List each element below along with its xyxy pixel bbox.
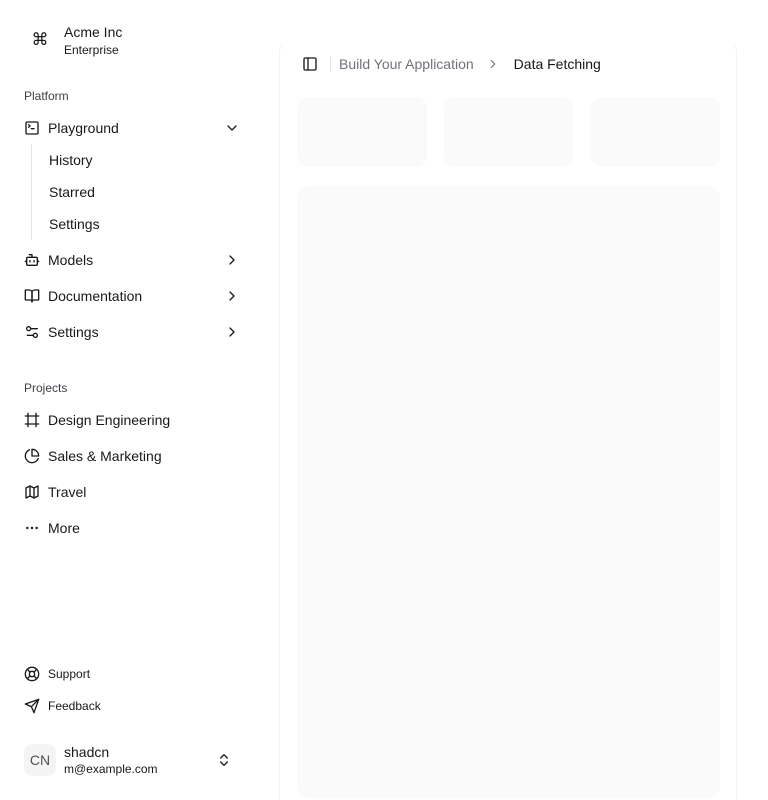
skeleton-card (590, 97, 720, 167)
projects-group-label: Projects (24, 381, 68, 395)
submenu-guide-line (31, 144, 32, 240)
breadcrumb-link[interactable]: Build Your Application (339, 56, 474, 72)
project-label: Sales & Marketing (48, 448, 162, 464)
nav-item-label: Playground (48, 120, 119, 136)
chevron-right-icon (229, 255, 235, 265)
project-design-engineering[interactable]: Design Engineering (16, 404, 248, 436)
sidebar-toggle-button[interactable] (296, 50, 324, 78)
platform-group-label: Platform (24, 89, 69, 103)
terminal-icon (24, 120, 40, 136)
more-horizontal-icon (24, 520, 40, 536)
main-content: Build Your Application Data Fetching (279, 40, 737, 800)
chevron-down-icon (227, 125, 237, 131)
breadcrumb: Build Your Application Data Fetching (339, 56, 601, 72)
nav-item-label: Documentation (48, 288, 143, 304)
chevron-right-icon (229, 291, 235, 301)
nav-item-playground[interactable]: Playground (16, 112, 248, 144)
team-name: Acme Inc (64, 23, 123, 40)
book-open-icon (24, 288, 40, 304)
user-menu[interactable]: CN shadcn m@example.com (16, 736, 248, 784)
settings-sliders-icon (24, 324, 40, 340)
page-header: Build Your Application Data Fetching (296, 50, 601, 78)
nav-item-label: Settings (48, 324, 99, 340)
user-name: shadcn (64, 744, 110, 760)
sub-item-settings[interactable]: Settings (41, 210, 221, 238)
project-label: Travel (48, 484, 87, 500)
nav-item-models[interactable]: Models (16, 244, 248, 276)
sidebar: ⌘ Acme Inc Enterprise Platform Playgroun… (0, 0, 256, 800)
project-label: More (48, 520, 80, 536)
skeleton-card (297, 97, 427, 167)
bot-icon (24, 252, 40, 268)
avatar: CN (24, 744, 56, 776)
projects-more[interactable]: More (16, 512, 248, 544)
chevron-right-icon (229, 327, 235, 337)
project-sales-marketing[interactable]: Sales & Marketing (16, 440, 248, 472)
sub-item-starred[interactable]: Starred (41, 178, 221, 206)
life-buoy-icon (24, 666, 40, 682)
sub-item-history[interactable]: History (41, 146, 221, 174)
support-link[interactable]: Support (16, 660, 248, 688)
nav-item-settings[interactable]: Settings (16, 316, 248, 348)
project-label: Design Engineering (48, 412, 171, 428)
nav-item-label: Models (48, 252, 94, 268)
chevrons-up-down-icon (220, 754, 228, 766)
support-label: Support (48, 667, 91, 681)
header-divider (330, 56, 331, 72)
breadcrumb-current-page: Data Fetching (513, 56, 601, 72)
chevron-right-icon (486, 57, 500, 71)
feedback-label: Feedback (48, 699, 101, 713)
user-info: shadcn m@example.com (64, 744, 158, 776)
panel-left-icon (303, 57, 317, 71)
team-switcher[interactable]: ⌘ Acme Inc Enterprise (16, 16, 240, 64)
command-icon: ⌘ (31, 30, 49, 49)
nav-item-documentation[interactable]: Documentation (16, 280, 248, 312)
send-icon (24, 698, 40, 714)
frame-icon (24, 412, 40, 428)
team-plan: Enterprise (64, 42, 119, 57)
pie-chart-icon (24, 448, 40, 464)
project-travel[interactable]: Travel (16, 476, 248, 508)
feedback-link[interactable]: Feedback (16, 692, 248, 720)
skeleton-content (297, 186, 720, 798)
skeleton-card (444, 97, 573, 167)
user-email: m@example.com (64, 762, 158, 776)
map-icon (24, 484, 40, 500)
team-info: Acme Inc Enterprise (64, 24, 122, 57)
